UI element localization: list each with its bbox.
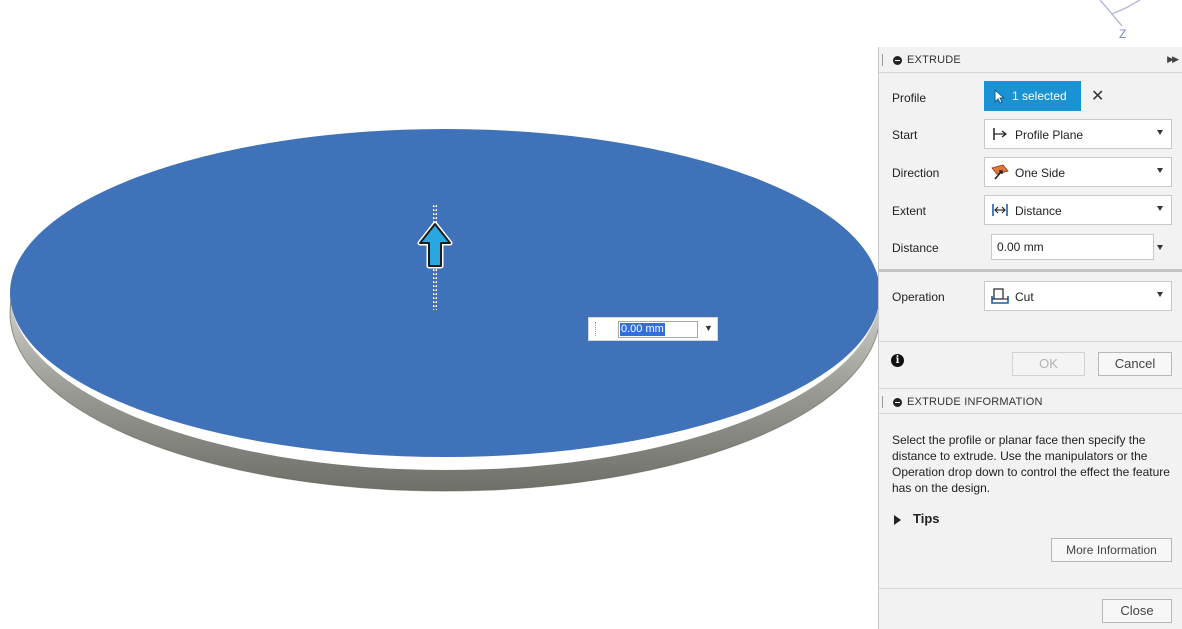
distance-value: 0.00 mm [997, 240, 1044, 254]
panel-grip[interactable] [882, 54, 885, 66]
start-label: Start [892, 128, 918, 142]
close-button[interactable]: Close [1102, 599, 1172, 623]
profile-selection-text: 1 selected [1012, 89, 1067, 103]
drag-handle[interactable] [595, 322, 599, 336]
profile-label: Profile [892, 91, 927, 105]
chevron-down-icon [1157, 130, 1163, 135]
viewcube-icon[interactable]: Z [1086, 0, 1150, 44]
tips-toggle[interactable]: Tips [913, 511, 940, 526]
distance-input[interactable]: 0.00 mm [991, 234, 1154, 260]
operation-dropdown[interactable]: Cut [984, 281, 1172, 311]
direction-label: Direction [892, 166, 940, 180]
start-dropdown[interactable]: Profile Plane [984, 119, 1172, 149]
chevron-down-icon [1157, 206, 1163, 211]
divider [879, 341, 1182, 342]
extent-label: Extent [892, 204, 927, 218]
extrude-dialog: EXTRUDE ▶▶ Profile 1 selected ✕ Start Pr… [878, 47, 1182, 629]
divider [879, 588, 1182, 589]
distance-dropdown-icon[interactable] [1157, 245, 1163, 250]
operation-value: Cut [1015, 290, 1034, 304]
extent-dropdown[interactable]: Distance [984, 195, 1172, 225]
design-canvas[interactable]: Z 0.00 mm ▼ [0, 0, 1141, 629]
direction-value: One Side [1015, 166, 1066, 180]
cut-icon [991, 288, 1009, 304]
chevron-down-icon [1157, 292, 1163, 297]
section-divider [879, 269, 1182, 272]
extrude-information-header[interactable]: EXTRUDE INFORMATION [879, 388, 1182, 414]
extrude-information-title: EXTRUDE INFORMATION [907, 396, 1043, 408]
collapse-icon[interactable] [893, 398, 902, 407]
profile-plane-icon [993, 128, 1007, 140]
expand-icon[interactable]: ▶▶ [1167, 54, 1179, 65]
extent-value: Distance [1015, 204, 1062, 218]
distance-extent-icon [992, 204, 1008, 216]
profile-select-button[interactable]: 1 selected [984, 81, 1081, 111]
disc-top-face [10, 129, 878, 457]
extrude-title: EXTRUDE [907, 54, 961, 66]
start-value: Profile Plane [1015, 128, 1084, 142]
cancel-button[interactable]: Cancel [1098, 352, 1172, 376]
cursor-arrow-icon [994, 89, 1006, 104]
ok-button[interactable]: OK [1012, 352, 1085, 376]
clear-selection-icon[interactable]: ✕ [1091, 86, 1104, 106]
panel-grip[interactable] [882, 396, 885, 408]
one-side-icon [991, 164, 1009, 180]
operation-label: Operation [892, 290, 945, 304]
canvas-distance-dropdown-icon[interactable]: ▼ [704, 323, 713, 333]
extrude-header[interactable]: EXTRUDE ▶▶ [879, 47, 1182, 73]
more-information-button[interactable]: More Information [1051, 538, 1172, 562]
direction-dropdown[interactable]: One Side [984, 157, 1172, 187]
canvas-distance-field[interactable]: 0.00 mm [618, 321, 698, 338]
disc-body [9, 129, 878, 492]
viewcube-z-label: Z [1119, 27, 1126, 41]
collapse-icon[interactable] [893, 56, 902, 65]
info-description: Select the profile or planar face then s… [892, 433, 1170, 495]
info-icon[interactable]: i [891, 354, 904, 367]
canvas-distance-input[interactable]: 0.00 mm ▼ [588, 317, 718, 341]
chevron-down-icon [1157, 168, 1163, 173]
expand-arrow-icon[interactable] [894, 515, 901, 525]
canvas-distance-value: 0.00 mm [620, 323, 665, 336]
distance-label: Distance [892, 241, 939, 255]
